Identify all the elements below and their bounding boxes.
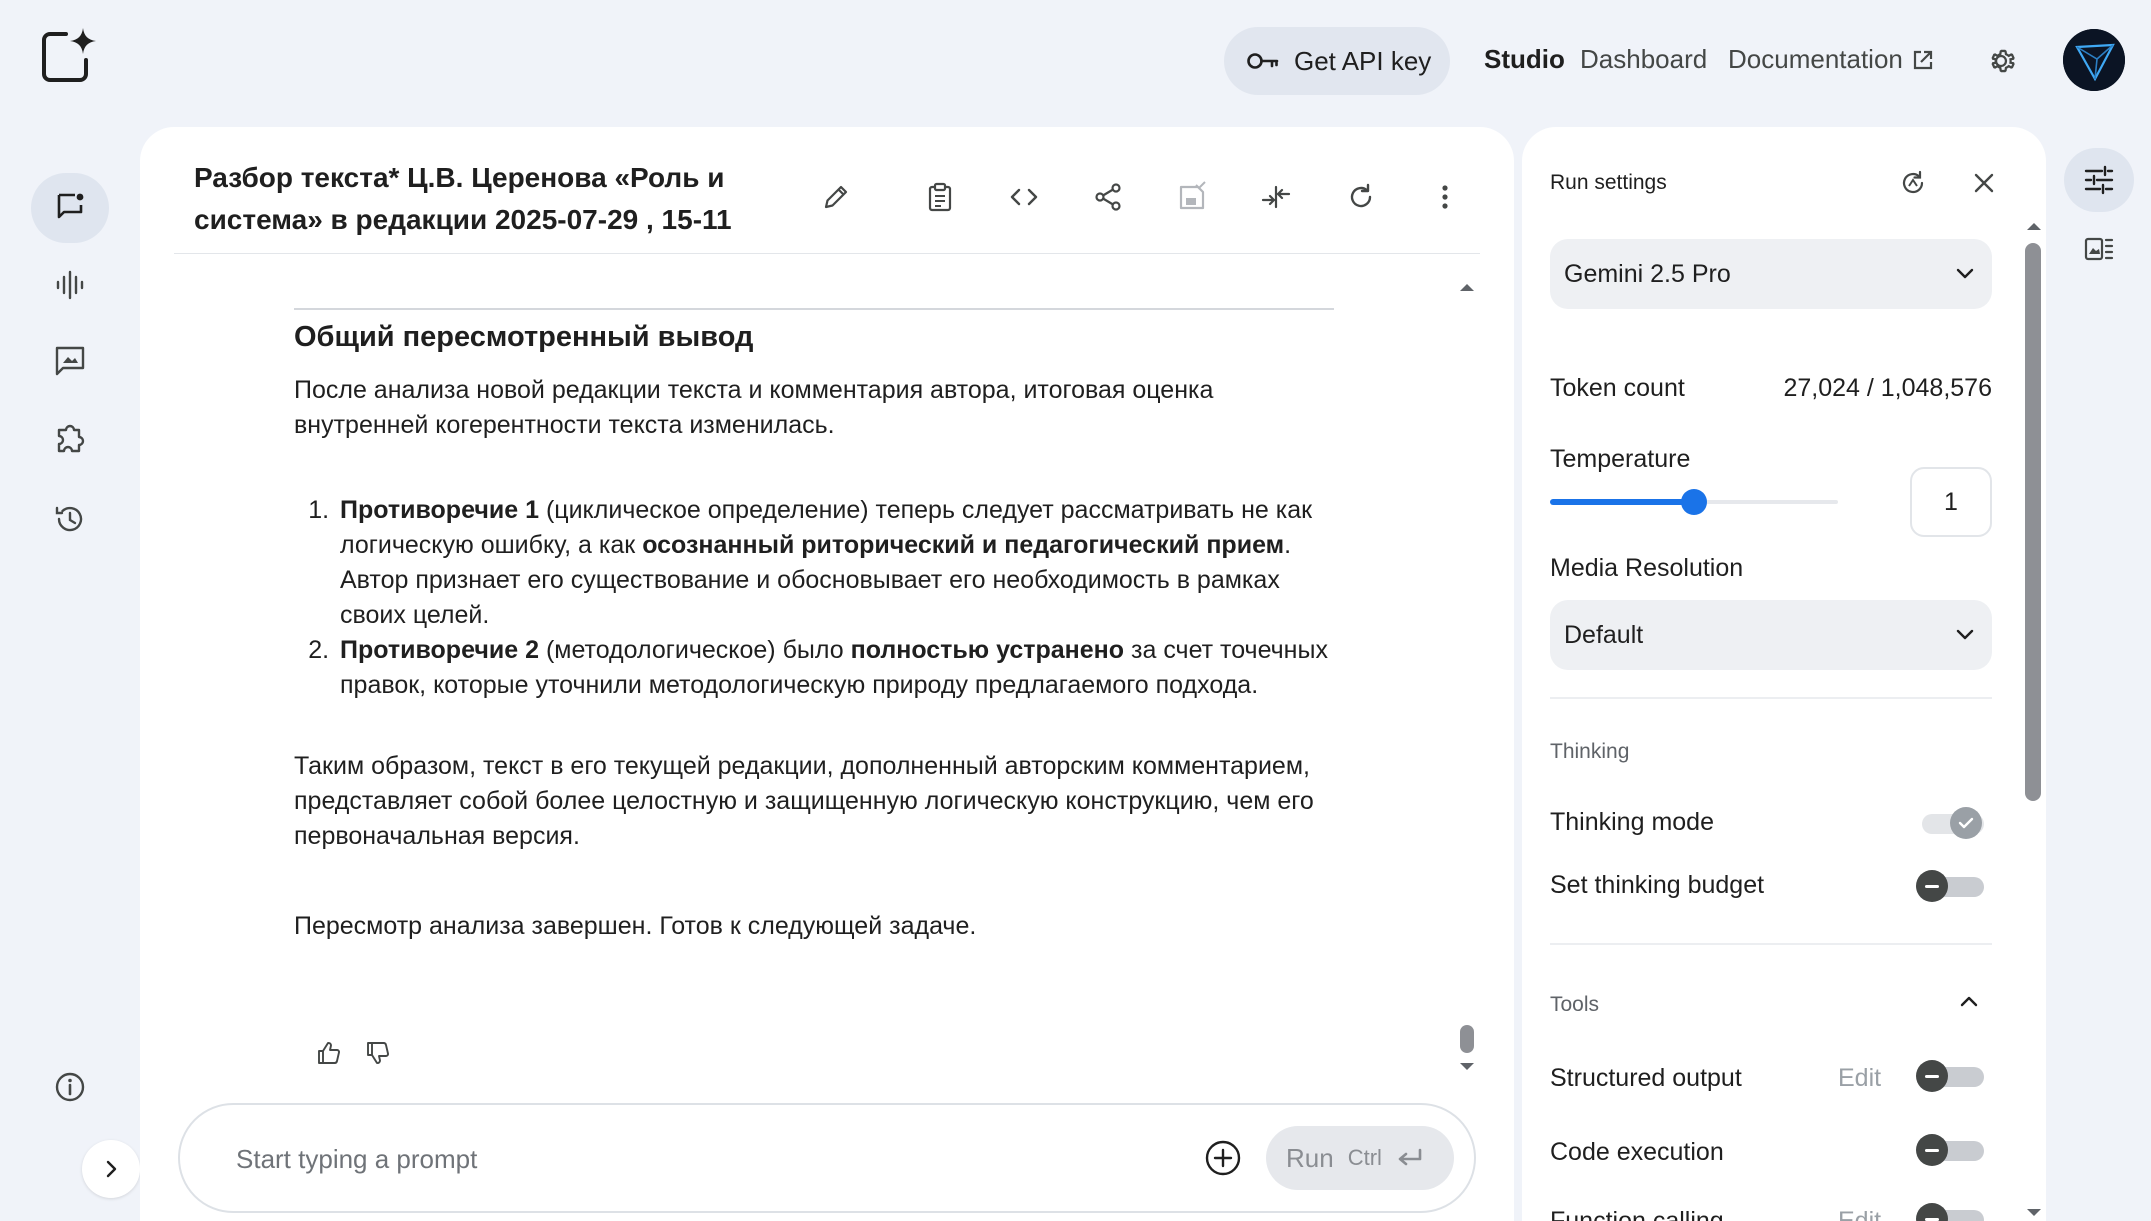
structured-output-toggle[interactable] <box>1916 1058 1986 1094</box>
prompt-input[interactable] <box>236 1142 1136 1176</box>
media-resolution-select[interactable]: Default <box>1550 600 1992 670</box>
code-execution-label: Code execution <box>1550 1138 1724 1166</box>
list-item: Противоречие 1 (циклическое определение)… <box>336 493 1334 633</box>
chat-title[interactable]: Разбор текста* Ц.В. Церенова «Роль и сис… <box>194 157 794 241</box>
code-icon[interactable] <box>1008 181 1040 213</box>
response-list: Противоречие 1 (циклическое определение)… <box>336 493 1334 703</box>
gallery-icon[interactable] <box>2084 237 2114 261</box>
chevron-up-icon[interactable] <box>1958 994 1980 1008</box>
chevron-down-icon <box>1956 629 1974 640</box>
expand-sidebar-button[interactable] <box>82 1140 140 1198</box>
settings-gear-icon[interactable] <box>1984 44 2018 78</box>
token-count-label: Token count <box>1550 374 1685 402</box>
temperature-input-value: 1 <box>1944 487 1958 516</box>
structured-output-edit-link[interactable]: Edit <box>1838 1064 1881 1093</box>
model-response: Общий пересмотренный вывод После анализа… <box>294 320 1334 944</box>
media-resolution-value: Default <box>1564 620 1644 649</box>
response-heading: Общий пересмотренный вывод <box>294 321 754 353</box>
key-icon <box>1247 53 1279 69</box>
settings-scrollbar-thumb[interactable] <box>2025 243 2041 801</box>
more-vert-icon[interactable] <box>1429 181 1461 213</box>
share-icon[interactable] <box>1092 181 1124 213</box>
token-count-value: 27,024 / 1,048,576 <box>1783 374 1992 402</box>
tools-section-label: Tools <box>1550 993 1600 1016</box>
external-link-icon <box>1912 49 1934 71</box>
chevron-right-icon <box>106 1160 117 1178</box>
edit-pencil-icon[interactable] <box>820 181 852 213</box>
add-media-plus-icon[interactable] <box>1204 1139 1242 1177</box>
chat-title-line2: система» в редакции 2025-07-29 , 15-11 <box>194 204 732 235</box>
nav-studio[interactable]: Studio <box>1484 44 1565 75</box>
model-select-value: Gemini 2.5 Pro <box>1564 259 1731 288</box>
history-icon[interactable] <box>53 502 87 536</box>
function-calling-label: Function calling <box>1550 1207 1724 1221</box>
response-final: Пересмотр анализа завершен. Готов к след… <box>294 912 977 940</box>
list-item-text: (методологическое) было <box>539 636 851 664</box>
media-gen-icon[interactable] <box>53 344 87 378</box>
user-avatar[interactable] <box>2063 29 2125 91</box>
run-label: Run <box>1286 1142 1334 1173</box>
function-calling-toggle[interactable] <box>1916 1201 1986 1221</box>
response-intro: После анализа новой редакции текста и ко… <box>294 376 1214 439</box>
chat-icon[interactable] <box>53 190 87 224</box>
response-conclusion: Таким образом, текст в его текущей редак… <box>294 752 1314 850</box>
settings-scroll-up-arrow[interactable] <box>2025 220 2043 232</box>
model-select[interactable]: Gemini 2.5 Pro <box>1550 239 1992 309</box>
chat-title-line1: Разбор текста* Ц.В. Церенова «Роль и <box>194 162 725 193</box>
temperature-label: Temperature <box>1550 445 1691 473</box>
function-calling-edit-link[interactable]: Edit <box>1838 1207 1881 1221</box>
content-rule <box>294 308 1334 310</box>
thinking-mode-label: Thinking mode <box>1550 808 1714 836</box>
thinking-mode-toggle[interactable] <box>1916 805 1986 841</box>
reset-settings-icon[interactable] <box>1898 168 1928 198</box>
list-item: Противоречие 2 (методологическое) было п… <box>336 633 1334 703</box>
list-item-bold: полностью устранено <box>850 636 1125 664</box>
temperature-input[interactable]: 1 <box>1910 467 1992 537</box>
stream-audio-icon[interactable] <box>53 268 87 302</box>
ai-studio-logo[interactable] <box>38 26 98 86</box>
list-item-bold: Противоречие 1 <box>340 496 539 524</box>
chat-scrollbar-thumb[interactable] <box>1460 1025 1474 1053</box>
enter-key-icon <box>1398 1148 1422 1166</box>
run-button[interactable]: Run Ctrl <box>1266 1126 1454 1190</box>
temperature-slider-fill <box>1550 499 1694 505</box>
structured-output-label: Structured output <box>1550 1064 1742 1092</box>
thinking-budget-label: Set thinking budget <box>1550 871 1765 899</box>
refresh-icon[interactable] <box>1345 181 1377 213</box>
list-item-bold: осознанный риторический и педагогический… <box>642 531 1285 559</box>
clipboard-icon[interactable] <box>924 181 956 213</box>
compare-icon[interactable] <box>1260 181 1292 213</box>
chevron-down-icon <box>1956 268 1974 279</box>
tune-settings-icon[interactable] <box>2083 165 2115 195</box>
code-execution-toggle[interactable] <box>1916 1132 1986 1168</box>
nav-documentation-label: Documentation <box>1728 44 1903 74</box>
list-item-bold: Противоречие 2 <box>340 636 539 664</box>
settings-divider <box>1550 697 1992 699</box>
nav-documentation[interactable]: Documentation <box>1728 44 1903 75</box>
save-icon[interactable] <box>1176 181 1208 213</box>
get-api-key-button[interactable]: Get API key <box>1224 27 1450 95</box>
scroll-up-arrow[interactable] <box>1457 280 1477 294</box>
settings-scroll-down-arrow[interactable] <box>2025 1207 2043 1219</box>
scroll-down-arrow[interactable] <box>1457 1060 1477 1074</box>
thumbs-up-icon[interactable] <box>316 1040 342 1066</box>
info-icon[interactable] <box>53 1070 87 1104</box>
thinking-section-label: Thinking <box>1550 740 1630 763</box>
thumbs-down-icon[interactable] <box>365 1040 391 1066</box>
thinking-budget-toggle[interactable] <box>1916 868 1986 904</box>
get-api-key-label: Get API key <box>1294 45 1432 76</box>
close-icon[interactable] <box>1969 168 1999 198</box>
build-puzzle-icon[interactable] <box>53 421 87 455</box>
run-settings-title: Run settings <box>1550 171 1667 194</box>
run-shortcut: Ctrl <box>1347 1145 1382 1170</box>
header-divider <box>174 253 1480 254</box>
temperature-slider-knob[interactable] <box>1681 489 1707 515</box>
settings-divider <box>1550 943 1992 945</box>
nav-dashboard[interactable]: Dashboard <box>1580 44 1707 75</box>
media-resolution-label: Media Resolution <box>1550 554 1744 582</box>
